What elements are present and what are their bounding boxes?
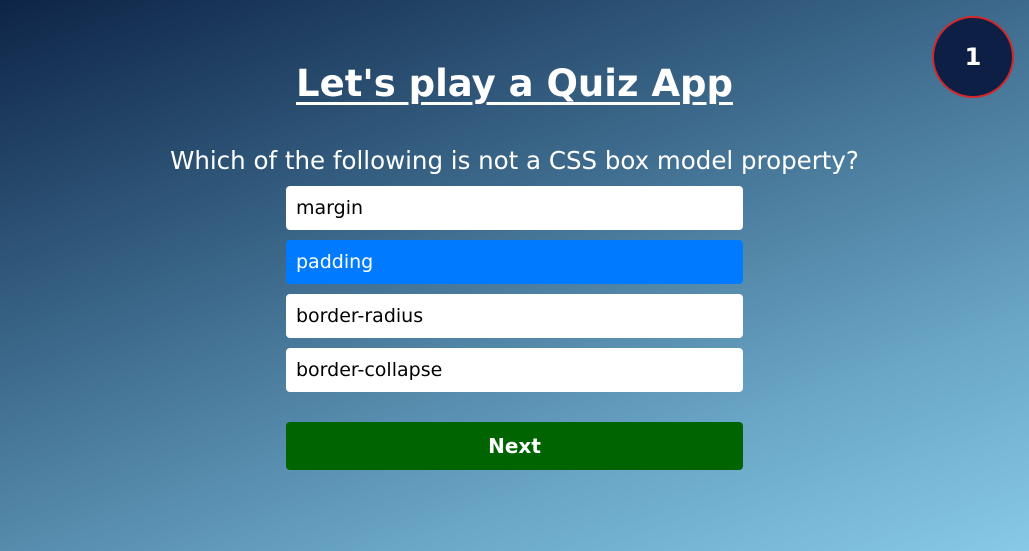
answer-options-list: margin padding border-radius border-coll…: [286, 186, 743, 402]
answer-option-border-radius[interactable]: border-radius: [286, 294, 743, 338]
page-title: Let's play a Quiz App: [296, 62, 733, 105]
answer-option-padding[interactable]: padding: [286, 240, 743, 284]
answer-option-border-collapse[interactable]: border-collapse: [286, 348, 743, 392]
answer-option-margin[interactable]: margin: [286, 186, 743, 230]
next-button[interactable]: Next: [286, 422, 743, 470]
question-text: Which of the following is not a CSS box …: [170, 146, 859, 175]
